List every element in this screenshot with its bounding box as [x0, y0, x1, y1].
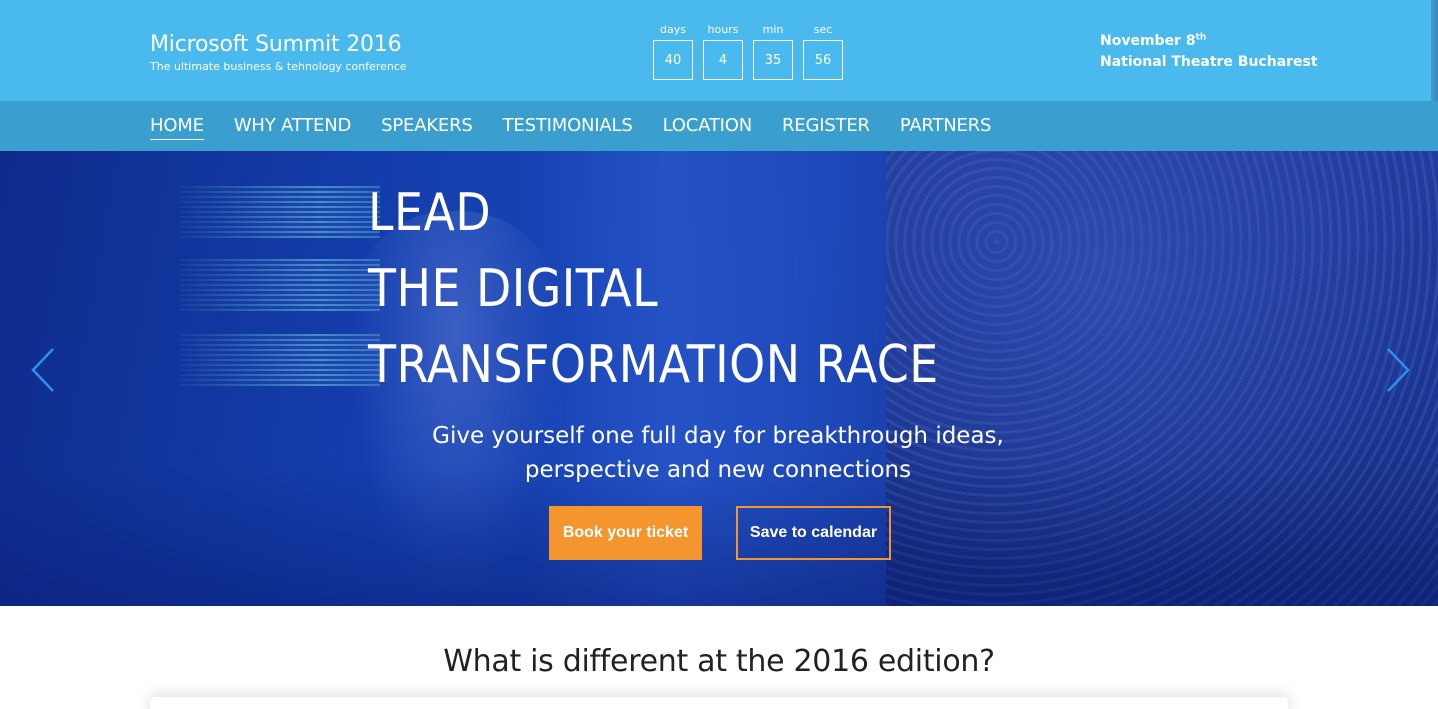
- section-title: What is different at the 2016 edition?: [443, 644, 995, 679]
- headline-line: LEAD: [368, 183, 492, 243]
- scrollbar-edge: [1431, 0, 1438, 101]
- countdown-label: sec: [813, 23, 833, 36]
- event-date-suffix: th: [1195, 32, 1207, 43]
- hero-slider: LEAD THE DIGITAL TRANSFORMATION RACE Giv…: [0, 151, 1438, 606]
- nav-list: HOME WHY ATTEND SPEAKERS TESTIMONIALS LO…: [150, 101, 991, 151]
- countdown-label: min: [762, 23, 784, 36]
- nav-item-why-attend[interactable]: WHY ATTEND: [234, 101, 352, 151]
- countdown-hours: hours 4: [703, 23, 743, 80]
- countdown-value: 35: [753, 40, 793, 80]
- chevron-left-icon: [31, 348, 54, 392]
- countdown-timer: days 40 hours 4 min 35 sec 56: [653, 23, 843, 80]
- event-date-text: November 8: [1100, 33, 1196, 49]
- countdown-label: days: [660, 23, 686, 36]
- tagline-line: perspective and new connections: [524, 457, 912, 483]
- brand[interactable]: Microsoft Summit 2016 The ultimate busin…: [150, 31, 407, 74]
- site-subtitle: The ultimate business & tehnology confer…: [150, 60, 407, 73]
- main-nav: HOME WHY ATTEND SPEAKERS TESTIMONIALS LO…: [0, 101, 1438, 151]
- countdown-days: days 40: [653, 23, 693, 80]
- chevron-right-icon: [1387, 348, 1410, 392]
- book-ticket-button[interactable]: Book your ticket: [549, 506, 702, 560]
- countdown-seconds: sec 56: [803, 23, 843, 80]
- site-title: Microsoft Summit 2016: [150, 32, 402, 57]
- countdown-value: 56: [803, 40, 843, 80]
- headline-line: THE DIGITAL: [368, 259, 659, 319]
- page: Microsoft Summit 2016 The ultimate busin…: [0, 0, 1438, 709]
- light-streak-decoration: [180, 186, 380, 238]
- nav-item-home[interactable]: HOME: [150, 101, 204, 151]
- light-streak-decoration: [180, 334, 380, 386]
- hero-buttons: Book your ticket Save to calendar: [549, 506, 891, 560]
- nav-item-partners[interactable]: PARTNERS: [900, 101, 992, 151]
- nav-item-location[interactable]: LOCATION: [663, 101, 753, 151]
- countdown-label: hours: [707, 23, 739, 36]
- hero-headline: LEAD THE DIGITAL TRANSFORMATION RACE: [368, 175, 950, 403]
- light-streak-decoration: [180, 259, 380, 311]
- event-info: November 8th National Theatre Bucharest: [1100, 31, 1318, 73]
- feature-card: [150, 697, 1288, 709]
- nav-item-register[interactable]: REGISTER: [782, 101, 870, 151]
- nav-item-speakers[interactable]: SPEAKERS: [381, 101, 473, 151]
- headline-line: TRANSFORMATION RACE: [368, 335, 939, 395]
- nav-item-testimonials[interactable]: TESTIMONIALS: [503, 101, 633, 151]
- countdown-value: 4: [703, 40, 743, 80]
- event-venue: National Theatre Bucharest: [1100, 54, 1318, 70]
- event-date: November 8th: [1100, 31, 1318, 52]
- save-to-calendar-button[interactable]: Save to calendar: [736, 506, 891, 560]
- countdown-minutes: min 35: [753, 23, 793, 80]
- hero-tagline: Give yourself one full day for breakthro…: [0, 419, 1438, 487]
- slider-next-button[interactable]: [1383, 347, 1413, 393]
- tagline-line: Give yourself one full day for breakthro…: [432, 423, 1004, 449]
- countdown-value: 40: [653, 40, 693, 80]
- slider-prev-button[interactable]: [28, 347, 58, 393]
- top-header: Microsoft Summit 2016 The ultimate busin…: [0, 0, 1438, 101]
